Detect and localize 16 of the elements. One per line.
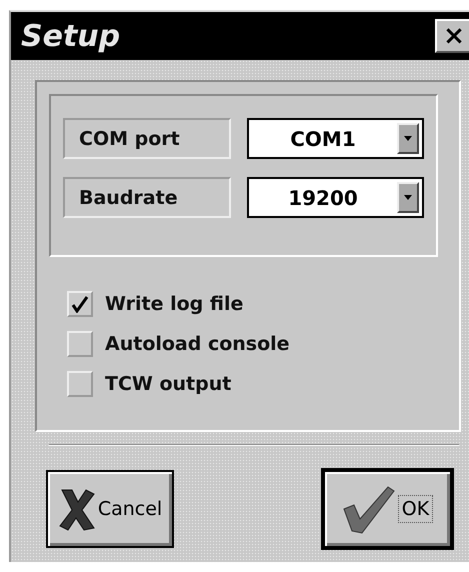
- field-label: Baudrate: [63, 177, 231, 218]
- dropdown[interactable]: 19200: [247, 177, 424, 218]
- checkbox[interactable]: [67, 371, 93, 397]
- field-label: COM port: [63, 118, 231, 159]
- checkbox[interactable]: [67, 291, 93, 317]
- checkbox-label: Autoload console: [105, 333, 290, 355]
- checkbox[interactable]: [67, 331, 93, 357]
- checkbox-label: TCW output: [105, 373, 232, 395]
- dropdown[interactable]: COM1: [247, 118, 424, 159]
- checkbox-label: Write log file: [105, 293, 244, 315]
- caret-icon: [404, 195, 412, 200]
- cancel-button[interactable]: Cancel: [46, 470, 174, 548]
- caret-icon: [404, 136, 412, 141]
- close-button[interactable]: ×: [435, 19, 469, 53]
- ok-button[interactable]: OK: [321, 468, 454, 550]
- window-title: Setup: [21, 18, 120, 54]
